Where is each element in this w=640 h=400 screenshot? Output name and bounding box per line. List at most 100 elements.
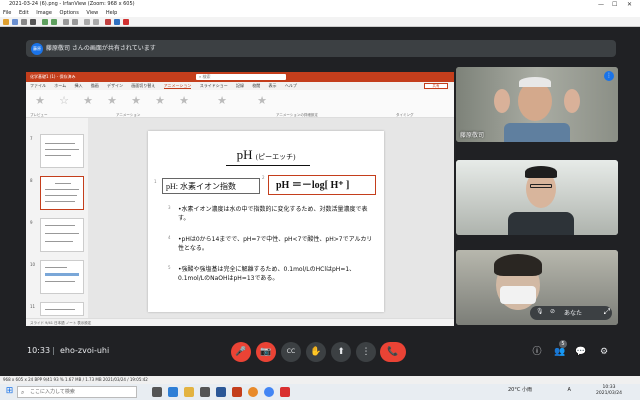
activities-button[interactable]: ⚙	[597, 345, 611, 359]
store-icon[interactable]	[200, 387, 210, 397]
tab-review[interactable]: 校閲	[252, 83, 260, 88]
placeholder-number: 4	[168, 235, 171, 240]
tab-view[interactable]: 表示	[269, 83, 277, 88]
animation-fly-icon[interactable]: ★	[130, 95, 142, 107]
slide-thumbnail-pane: 7 8 9 10 11	[26, 118, 88, 318]
definition-box: pH: 水素イオン指数	[162, 178, 260, 194]
bullet-text: •強酸や強塩基は完全に解離するため、0.1mol/LのHClはpH=1、0.1m…	[178, 266, 356, 282]
mic-off-icon[interactable]: 🎙	[536, 308, 544, 315]
zoom-in-icon[interactable]	[42, 19, 48, 25]
chat-button[interactable]: 💬	[574, 345, 588, 359]
meeting-time: 10:33	[27, 346, 51, 355]
mail-icon[interactable]	[216, 387, 226, 397]
edge-icon[interactable]	[168, 387, 178, 397]
firefox-icon[interactable]	[248, 387, 258, 397]
video-tile-self[interactable]: 🎙 ⊘ あなた ⤢	[456, 250, 618, 325]
slide-thumbnail-selected[interactable]	[40, 176, 84, 210]
camera-toggle-button[interactable]: 📷	[256, 342, 276, 362]
settings-icon[interactable]	[114, 19, 120, 25]
paint-icon[interactable]	[105, 19, 111, 25]
mic-toggle-button[interactable]: 🎤	[231, 342, 251, 362]
bullet-text: •水素イオン濃度は水の中で指数的に変化するため、対数活量濃度で表す。	[178, 206, 368, 222]
tab-home[interactable]: ホーム	[54, 83, 66, 88]
delete-icon[interactable]	[30, 19, 36, 25]
open-icon[interactable]	[3, 19, 9, 25]
ime-indicator[interactable]: A	[568, 387, 571, 393]
tab-insert[interactable]: 挿入	[74, 83, 82, 88]
menu-file[interactable]: File	[3, 10, 11, 16]
meeting-info-button[interactable]: ⓘ	[530, 345, 544, 359]
bullet-text: •pHは0から14までで、pH=7で中性、pH<7で酸性、pH>7でアルカリ性と…	[178, 236, 373, 252]
meeting-code: eho-zvoi-uhi	[60, 346, 110, 355]
thumbnail-icon[interactable]	[21, 19, 27, 25]
slide-thumbnail[interactable]	[40, 218, 84, 252]
menu-help[interactable]: Help	[106, 10, 117, 16]
raise-hand-button[interactable]: ✋	[306, 342, 326, 362]
task-view-icon[interactable]	[152, 387, 162, 397]
divider: |	[52, 346, 55, 355]
tab-transitions[interactable]: 画面切り替え	[131, 83, 155, 88]
present-button[interactable]: ⬆	[331, 342, 351, 362]
tab-design[interactable]: デザイン	[107, 83, 123, 88]
effect-options-icon[interactable]: ★	[216, 95, 228, 107]
ppt-share-button[interactable]: 共有	[424, 83, 448, 89]
sharing-banner: 藤原敬司 さんの画面が共有されています	[26, 40, 616, 57]
ppt-search-box[interactable]: ⌕ 検索	[196, 74, 286, 80]
slide-thumbnail[interactable]	[40, 302, 84, 316]
tab-help[interactable]: ヘルプ	[285, 83, 297, 88]
animation-split-icon[interactable]: ★	[178, 95, 190, 107]
participant-hair	[525, 166, 557, 178]
copy-icon[interactable]	[84, 19, 90, 25]
irfanview-taskbar-icon[interactable]	[280, 387, 290, 397]
animation-none-icon[interactable]: ☆	[58, 95, 70, 107]
tab-draw[interactable]: 描画	[91, 83, 99, 88]
zoom-out-icon[interactable]	[51, 19, 57, 25]
animation-float-icon[interactable]: ★	[154, 95, 166, 107]
save-icon[interactable]	[12, 19, 18, 25]
slide-thumbnail[interactable]	[40, 260, 84, 294]
hand-icon: ✋	[310, 347, 322, 357]
ppt-ribbon-tabs: ファイル ホーム 挿入 描画 デザイン 画面切り替え アニメーション スライドシ…	[26, 82, 454, 90]
self-name: あなた	[564, 310, 583, 317]
windows-start-icon[interactable]: ⊞	[4, 386, 15, 397]
slide-thumbnail[interactable]	[40, 134, 84, 168]
ppt-document-title: 化学基礎1 (1) - 保存済み	[30, 74, 76, 79]
weather-text[interactable]: 20°C 小雨	[508, 387, 532, 393]
tab-record[interactable]: 記録	[236, 83, 244, 88]
add-animation-icon[interactable]: ★	[256, 95, 268, 107]
tab-slideshow[interactable]: スライドショー	[200, 83, 228, 88]
maximize-button[interactable]: ☐	[612, 0, 617, 9]
animation-fade-icon[interactable]: ★	[106, 95, 118, 107]
video-tile-participant[interactable]	[456, 160, 618, 235]
menu-options[interactable]: Options	[60, 10, 79, 16]
placeholder-number: 1	[154, 179, 157, 184]
next-icon[interactable]	[72, 19, 78, 25]
video-tile-presenter[interactable]: ⋮ 藤原敬司	[456, 67, 618, 142]
preview-icon[interactable]: ★	[34, 95, 46, 107]
camera-off-icon[interactable]: ⊘	[550, 308, 555, 315]
taskbar-clock[interactable]: 10:33 2021/03/24	[596, 385, 622, 397]
captions-icon: CC	[286, 348, 296, 355]
file-explorer-icon[interactable]	[184, 387, 194, 397]
irfanview-icon[interactable]	[123, 19, 129, 25]
tab-animations[interactable]: アニメーション	[163, 83, 192, 89]
more-vert-icon: ⋮	[361, 347, 371, 357]
slide-canvas[interactable]: pH (ピーエッチ) 1 pH: 水素イオン指数 2 pH ＝－log[ H⁺ …	[148, 131, 384, 312]
powerpoint-icon[interactable]	[232, 387, 242, 397]
expand-icon[interactable]: ⤢	[604, 307, 610, 317]
viewer-menu-bar: File Edit Image Options View Help	[0, 9, 640, 17]
menu-edit[interactable]: Edit	[19, 10, 29, 16]
captions-button[interactable]: CC	[281, 342, 301, 362]
menu-view[interactable]: View	[86, 10, 98, 16]
minimize-button[interactable]: —	[598, 0, 604, 9]
chrome-icon[interactable]	[264, 387, 274, 397]
paste-icon[interactable]	[93, 19, 99, 25]
close-button[interactable]: ✕	[627, 0, 632, 9]
tab-file[interactable]: ファイル	[30, 83, 46, 88]
more-options-button[interactable]: ⋮	[356, 342, 376, 362]
end-call-button[interactable]: 📞	[380, 342, 406, 362]
menu-image[interactable]: Image	[36, 10, 52, 16]
taskbar-search-input[interactable]: ⌕ ここに入力して検索	[17, 386, 137, 398]
animation-appear-icon[interactable]: ★	[82, 95, 94, 107]
previous-icon[interactable]	[63, 19, 69, 25]
